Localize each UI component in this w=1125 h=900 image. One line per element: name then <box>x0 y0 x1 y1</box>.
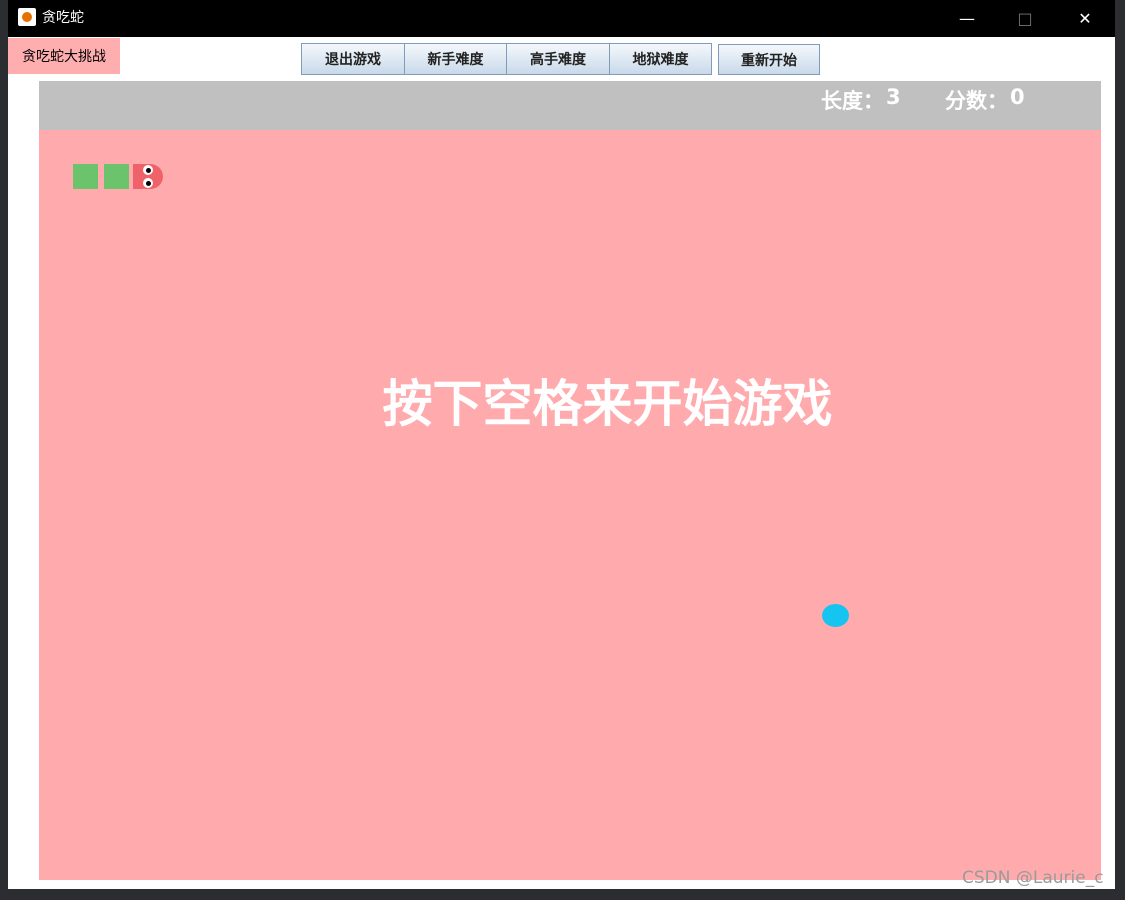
maximize-icon[interactable]: □ <box>997 0 1053 37</box>
close-icon[interactable]: ✕ <box>1057 0 1113 37</box>
java-app-icon <box>18 8 36 26</box>
watermark: CSDN @Laurie_c <box>962 868 1104 888</box>
snake-eye-icon <box>143 165 153 175</box>
restart-button[interactable]: 重新开始 <box>718 44 820 75</box>
score-display: 分数： 0 <box>945 85 1025 115</box>
difficulty-toolbar: 退出游戏 新手难度 高手难度 地狱难度 <box>301 43 712 75</box>
length-label: 长度： <box>821 89 884 113</box>
length-display: 长度： 3 <box>821 85 901 115</box>
length-value: 3 <box>886 85 901 109</box>
score-label: 分数： <box>945 89 1008 113</box>
expert-difficulty-button[interactable]: 高手难度 <box>506 43 610 75</box>
window-title: 贪吃蛇 <box>42 10 84 26</box>
window-content: 贪吃蛇大挑战 退出游戏 新手难度 高手难度 地狱难度 重新开始 长度： 3 分数… <box>8 37 1115 889</box>
desktop-background-right <box>1114 0 1125 900</box>
desktop-background-left <box>0 0 8 900</box>
novice-difficulty-button[interactable]: 新手难度 <box>404 43 507 75</box>
desktop-background-bottom <box>0 888 1125 900</box>
hell-difficulty-button[interactable]: 地狱难度 <box>609 43 712 75</box>
quit-game-button[interactable]: 退出游戏 <box>301 43 405 75</box>
snake-head <box>133 164 163 189</box>
start-game-message: 按下空格来开始游戏 <box>382 375 833 433</box>
snake-body-segment <box>104 164 129 189</box>
game-board[interactable]: 按下空格来开始游戏 <box>39 130 1101 880</box>
score-bar: 长度： 3 分数： 0 <box>39 81 1101 130</box>
game-title-label: 贪吃蛇大挑战 <box>8 38 120 74</box>
food-dot <box>822 604 849 627</box>
window-titlebar[interactable]: 贪吃蛇 — □ ✕ <box>8 0 1115 37</box>
score-value: 0 <box>1010 85 1025 109</box>
minimize-icon[interactable]: — <box>939 0 995 37</box>
snake-eye-icon <box>143 178 153 188</box>
game-window: 贪吃蛇 — □ ✕ 贪吃蛇大挑战 退出游戏 新手难度 高手难度 地狱难度 重新开… <box>8 0 1115 889</box>
snake-body-segment <box>73 164 98 189</box>
